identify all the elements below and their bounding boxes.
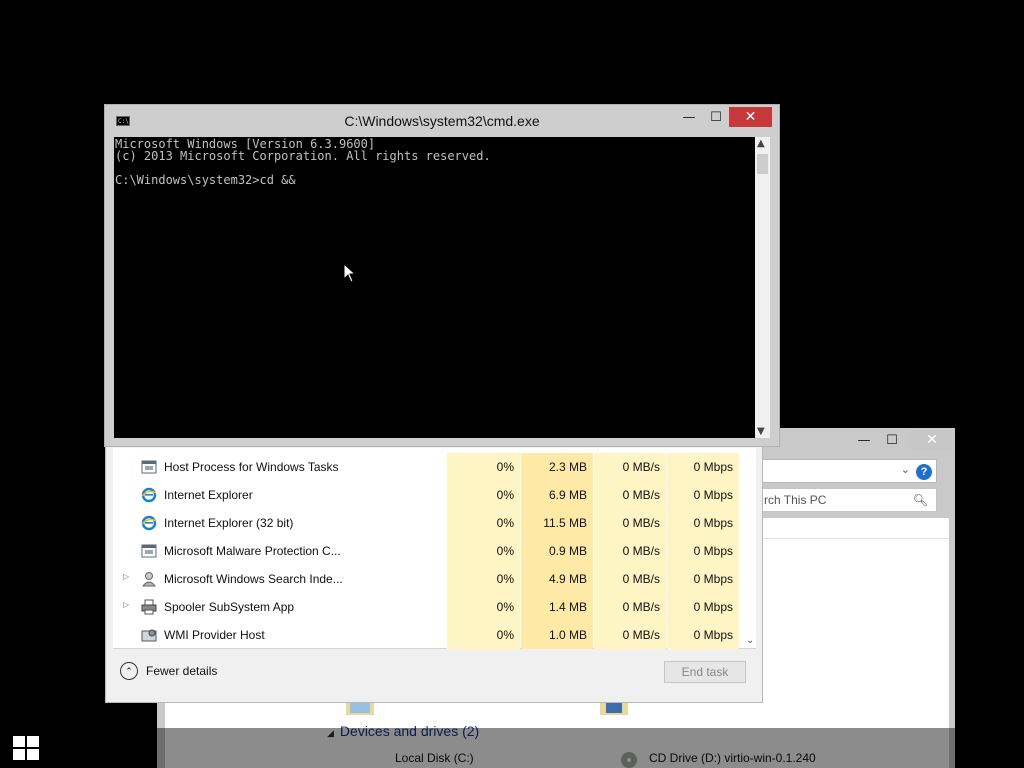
network-cell: 0 Mbps — [667, 481, 739, 509]
memory-cell: 0.9 MB — [521, 537, 593, 565]
printer-icon — [141, 599, 157, 615]
network-cell: 0 Mbps — [667, 509, 739, 537]
explorer-maximize-button[interactable]: ☐ — [879, 430, 905, 450]
process-name: WMI Provider Host — [164, 628, 265, 642]
folder-tile-icon[interactable] — [344, 701, 376, 717]
cmd-window: C:\ C:\Windows\system32\cmd.exe — ☐ ✕ Mi… — [104, 104, 780, 447]
disk-cell: 0 MB/s — [594, 565, 666, 593]
console-output[interactable]: Microsoft Windows [Version 6.3.9600] (c)… — [114, 137, 755, 438]
process-name: Spooler SubSystem App — [164, 600, 295, 614]
cpu-cell: 0% — [447, 509, 520, 537]
search-placeholder: rch This PC — [764, 493, 827, 507]
task-manager-window: ⌄ Host Process for Windows Tasks 0% 2.3 MB… — [105, 440, 763, 703]
disk-cell: 0 MB/s — [594, 593, 666, 621]
folder-tile-icon[interactable] — [598, 701, 630, 717]
cpu-cell: 0% — [447, 481, 520, 509]
cpu-cell: 0% — [447, 565, 520, 593]
cpu-cell: 0% — [447, 453, 520, 481]
process-row[interactable]: Host Process for Windows Tasks 0% 2.3 MB 0 … — [113, 453, 746, 481]
cpu-cell: 0% — [447, 537, 520, 565]
chevron-up-icon: ⌃ — [120, 662, 138, 680]
cmd-window-title: C:\Windows\system32\cmd.exe — [344, 113, 540, 129]
cpu-cell: 0% — [447, 593, 520, 621]
internet-explorer-icon — [141, 487, 157, 503]
taskbar — [0, 728, 1024, 768]
scrollbar-thumb[interactable] — [757, 154, 768, 174]
network-cell: 0 Mbps — [667, 565, 739, 593]
cmd-minimize-button[interactable]: — — [679, 110, 699, 126]
cpu-cell: 0% — [447, 621, 520, 649]
console-text: Microsoft Windows [Version 6.3.9600] (c)… — [115, 137, 491, 187]
memory-cell: 1.4 MB — [521, 593, 593, 621]
process-name: Microsoft Windows Search Inde... — [164, 572, 343, 586]
memory-cell: 2.3 MB — [521, 453, 593, 481]
process-name: Internet Explorer — [164, 488, 253, 502]
process-list-scrollbar[interactable]: ⌄ — [746, 448, 756, 648]
scroll-up-icon[interactable]: ▲ — [757, 138, 765, 149]
process-list: ⌄ Host Process for Windows Tasks 0% 2.3 MB… — [113, 448, 756, 649]
disk-cell: 0 MB/s — [594, 481, 666, 509]
windows-logo-icon — [13, 736, 39, 760]
memory-cell: 4.9 MB — [521, 565, 593, 593]
memory-cell: 6.9 MB — [521, 481, 593, 509]
network-cell: 0 Mbps — [667, 453, 739, 481]
process-name: Microsoft Malware Protection C... — [164, 544, 341, 558]
task-manager-footer: ⌃ Fewer details End task — [106, 648, 762, 702]
network-cell: 0 Mbps — [667, 593, 739, 621]
network-cell: 0 Mbps — [667, 537, 739, 565]
process-name: Internet Explorer (32 bit) — [164, 516, 294, 530]
disk-cell: 0 MB/s — [594, 509, 666, 537]
process-row[interactable]: ▷ Microsoft Windows Search Inde... 0% 4.9 M… — [113, 565, 746, 593]
memory-cell: 11.5 MB — [521, 509, 593, 537]
scroll-down-icon[interactable]: ▼ — [757, 426, 765, 437]
cmd-close-button[interactable]: ✕ — [729, 107, 772, 127]
process-row[interactable]: Internet Explorer (32 bit) 0% 11.5 MB 0 MB/… — [113, 509, 746, 537]
end-task-button[interactable]: End task — [664, 661, 746, 683]
search-input[interactable]: rch This PC 🔍︎ — [755, 488, 937, 512]
explorer-minimize-button[interactable]: — — [851, 430, 877, 450]
disk-cell: 0 MB/s — [594, 537, 666, 565]
cmd-titlebar[interactable]: C:\ C:\Windows\system32\cmd.exe — ☐ ✕ — [105, 105, 779, 137]
start-button[interactable] — [0, 728, 52, 768]
help-icon[interactable]: ? — [916, 464, 932, 480]
disk-cell: 0 MB/s — [594, 453, 666, 481]
process-name: Host Process for Windows Tasks — [164, 460, 339, 474]
internet-explorer-icon — [141, 515, 157, 531]
process-row[interactable]: Microsoft Malware Protection C... 0% 0.9 M… — [113, 537, 746, 565]
scroll-down-icon[interactable]: ⌄ — [746, 635, 754, 646]
process-row[interactable]: WMI Provider Host 0% 1.0 MB 0 MB/s 0 Mbps — [113, 621, 746, 649]
expand-arrow-icon[interactable]: ▷ — [123, 600, 129, 609]
cmd-maximize-button[interactable]: ☐ — [706, 110, 726, 126]
service-window-icon — [141, 544, 157, 558]
address-dropdown-icon[interactable]: ⌄ — [901, 463, 910, 476]
disk-cell: 0 MB/s — [594, 621, 666, 649]
wmi-host-icon — [141, 629, 157, 642]
memory-cell: 1.0 MB — [521, 621, 593, 649]
console-scrollbar[interactable]: ▲ ▼ — [755, 137, 770, 438]
process-row[interactable]: ▷ Spooler SubSystem App 0% 1.4 MB 0 MB/s 0 Mb… — [113, 593, 746, 621]
network-cell: 0 Mbps — [667, 621, 739, 649]
search-indexer-icon — [141, 572, 157, 587]
search-icon[interactable]: 🔍︎ — [913, 493, 928, 507]
process-row[interactable]: Internet Explorer 0% 6.9 MB 0 MB/s 0 Mbps — [113, 481, 746, 509]
explorer-close-button[interactable]: ✕ — [911, 430, 953, 450]
mouse-cursor-icon — [343, 263, 357, 283]
service-window-icon — [141, 460, 157, 474]
fewer-details-button[interactable]: ⌃ Fewer details — [120, 662, 217, 680]
expand-arrow-icon[interactable]: ▷ — [123, 572, 129, 581]
